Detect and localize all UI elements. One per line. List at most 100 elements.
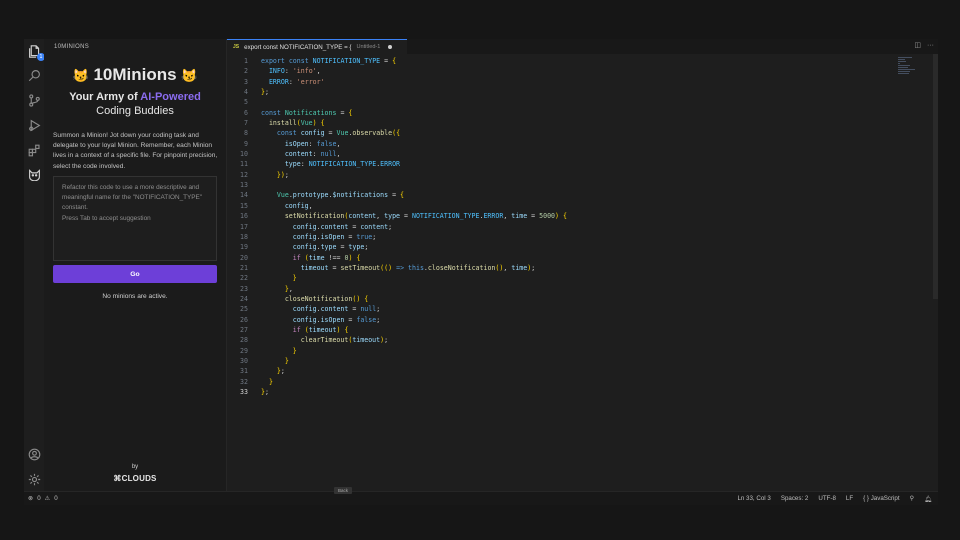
- code-line[interactable]: 5: [227, 97, 897, 107]
- encoding[interactable]: UTF-8: [818, 495, 836, 503]
- feedback-icon[interactable]: ⚲: [910, 495, 915, 503]
- brand-name: 10Minions: [93, 65, 177, 84]
- indentation[interactable]: Spaces: 2: [781, 495, 809, 503]
- code-line[interactable]: 4};: [227, 87, 897, 97]
- code-text: Vue.prototype.$notifications = {: [276, 191, 405, 200]
- code-text: clearTimeout(timeout);: [300, 336, 389, 345]
- code-text: content: null,: [284, 150, 341, 159]
- minions-cat-icon[interactable]: [26, 166, 42, 182]
- notifications-bell-icon[interactable]: 🔔︎: [924, 495, 932, 503]
- explorer-icon[interactable]: 1: [26, 43, 45, 61]
- code-line[interactable]: 9 isOpen: false,: [227, 139, 897, 149]
- line-number: 29: [240, 346, 248, 355]
- split-editor-icon[interactable]: ◫: [914, 42, 921, 50]
- end-of-line[interactable]: LF: [846, 495, 853, 503]
- editor-actions: ◫ ···: [914, 42, 934, 50]
- warning-icon: ⚠: [44, 495, 51, 502]
- line-number: 25: [240, 305, 248, 314]
- tagline: Your Army of AI-Powered Coding Buddies: [44, 90, 226, 118]
- code-text: setNotification(content, type = NOTIFICA…: [284, 212, 567, 221]
- code-text: config,: [284, 201, 313, 210]
- tab-bar: JS export const NOTIFICATION_TYPE = { Un…: [227, 39, 938, 54]
- line-number: 23: [240, 284, 248, 293]
- code-text: config.type = type;: [292, 243, 369, 252]
- code-line[interactable]: 2 INFO: 'info',: [227, 66, 897, 76]
- line-number: 1: [244, 57, 248, 65]
- brand-title: 😼 10Minions 😼: [44, 65, 226, 85]
- code-line[interactable]: 12 });: [227, 170, 897, 180]
- code-line[interactable]: 29 }: [227, 346, 897, 356]
- search-icon[interactable]: [26, 67, 42, 83]
- editor-area: JS export const NOTIFICATION_TYPE = { Un…: [227, 39, 938, 491]
- account-icon[interactable]: [26, 446, 42, 462]
- code-line[interactable]: 28 clearTimeout(timeout);: [227, 335, 897, 345]
- code-text: config.isOpen = false;: [292, 315, 381, 324]
- code-text: }: [284, 356, 289, 365]
- line-number: 31: [240, 367, 248, 376]
- code-text: }: [292, 346, 297, 355]
- task-input[interactable]: Refactor this code to use a more descrip…: [53, 176, 217, 261]
- source-control-icon[interactable]: [26, 92, 42, 108]
- line-number: 7: [244, 119, 248, 128]
- language-mode[interactable]: { } JavaScript: [863, 495, 899, 503]
- code-line[interactable]: 31 };: [227, 366, 897, 376]
- code-line[interactable]: 30 }: [227, 356, 897, 366]
- code-line[interactable]: 27 if (timeout) {: [227, 325, 897, 335]
- code-text: };: [261, 388, 269, 396]
- unsaved-dot-icon[interactable]: [388, 45, 393, 49]
- code-line[interactable]: 20 if (time !== 0) {: [227, 253, 897, 263]
- code-text: ERROR: 'error': [268, 77, 325, 86]
- code-line[interactable]: 26 config.isOpen = false;: [227, 315, 897, 325]
- cursor-position[interactable]: Ln 33, Col 3: [737, 495, 770, 503]
- code-line[interactable]: 25 config.content = null;: [227, 304, 897, 314]
- minions-sidebar: 10MINIONS 😼 10Minions 😼 Your Army of AI-…: [44, 39, 227, 491]
- go-button[interactable]: Go: [53, 265, 217, 283]
- line-number: 14: [240, 191, 248, 200]
- code-line[interactable]: 6 const Notifications = {: [227, 108, 897, 118]
- code-line[interactable]: 18 config.isOpen = true;: [227, 232, 897, 242]
- line-number: 20: [240, 253, 248, 262]
- code-line[interactable]: 17 config.content = content;: [227, 222, 897, 232]
- extensions-icon[interactable]: [26, 142, 42, 158]
- tab-untitled-1[interactable]: JS export const NOTIFICATION_TYPE = { Un…: [227, 39, 407, 54]
- code-text: timeout = setTimeout(() => this.closeNot…: [300, 263, 536, 272]
- code-line[interactable]: 33};: [227, 387, 897, 397]
- line-number: 33: [240, 388, 248, 396]
- code-line[interactable]: 16 setNotification(content, type = NOTIF…: [227, 211, 897, 221]
- code-line[interactable]: 8 const config = Vue.observable({: [227, 128, 897, 138]
- line-number: 6: [244, 108, 248, 117]
- run-debug-icon[interactable]: [26, 117, 42, 133]
- code-line[interactable]: 32 }: [227, 377, 897, 387]
- code-line[interactable]: 13: [227, 180, 897, 190]
- tab-title: export const NOTIFICATION_TYPE = {: [244, 43, 352, 51]
- code-line[interactable]: 14 Vue.prototype.$notifications = {: [227, 190, 897, 200]
- code-line[interactable]: 19 config.type = type;: [227, 242, 897, 252]
- line-number: 19: [240, 243, 248, 252]
- tagline-ai: AI-Powered: [140, 91, 201, 103]
- line-number: 12: [240, 170, 248, 179]
- line-number: 21: [240, 263, 248, 272]
- code-line[interactable]: 24 closeNotification() {: [227, 294, 897, 304]
- code-editor[interactable]: 1 export const NOTIFICATION_TYPE = {2 INF…: [227, 56, 897, 397]
- code-line[interactable]: 7 install(Vue) {: [227, 118, 897, 128]
- line-number: 9: [244, 139, 248, 148]
- code-text: }: [292, 274, 297, 283]
- code-line[interactable]: 1 export const NOTIFICATION_TYPE = {: [227, 56, 897, 66]
- code-line[interactable]: 22 }: [227, 273, 897, 283]
- editor-scrollbar[interactable]: [933, 54, 938, 299]
- more-actions-icon[interactable]: ···: [927, 42, 934, 50]
- line-number: 22: [240, 274, 248, 283]
- code-line[interactable]: 11 type: NOTIFICATION_TYPE.ERROR: [227, 159, 897, 169]
- code-line[interactable]: 15 config,: [227, 201, 897, 211]
- code-line[interactable]: 10 content: null,: [227, 149, 897, 159]
- code-line[interactable]: 3 ERROR: 'error': [227, 77, 897, 87]
- line-number: 28: [240, 336, 248, 345]
- problems-indicator[interactable]: ⊗ 0 ⚠ 0: [28, 495, 58, 502]
- code-text: isOpen: false,: [284, 139, 341, 148]
- code-line[interactable]: 23 },: [227, 284, 897, 294]
- minimap[interactable]: [898, 57, 922, 75]
- settings-gear-icon[interactable]: [26, 471, 42, 487]
- line-number: 18: [240, 232, 248, 241]
- line-number: 30: [240, 356, 248, 365]
- code-line[interactable]: 21 timeout = setTimeout(() => this.close…: [227, 263, 897, 273]
